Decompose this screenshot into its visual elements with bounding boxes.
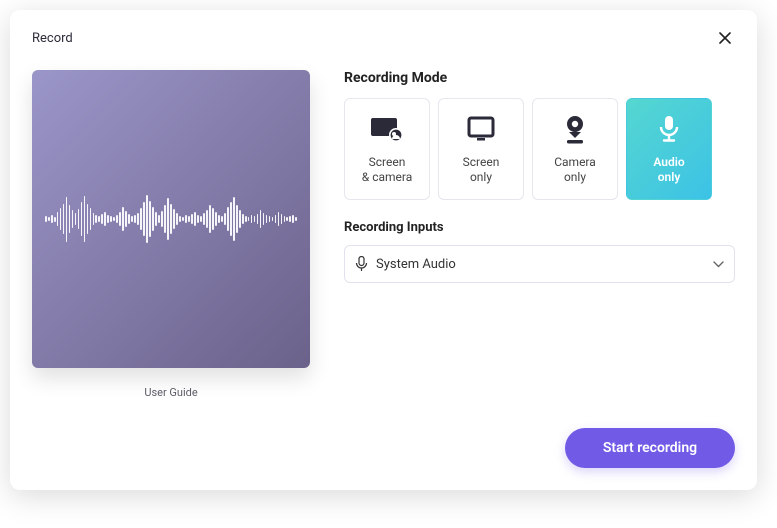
recording-inputs-heading: Recording Inputs (344, 220, 735, 235)
close-button[interactable] (715, 28, 735, 48)
mode-label: Audio only (653, 155, 684, 185)
recording-input-field: System Audio (344, 245, 735, 283)
mode-screen-only[interactable]: Screen only (438, 98, 524, 200)
mode-audio-only[interactable]: Audio only (626, 98, 712, 200)
start-recording-button[interactable]: Start recording (565, 428, 735, 468)
mode-label: Screen & camera (362, 155, 413, 185)
microphone-icon (355, 256, 368, 272)
microphone-icon (658, 113, 680, 145)
camera-icon (563, 113, 587, 145)
screen-icon (467, 113, 495, 145)
recording-mode-heading: Recording Mode (344, 70, 735, 86)
recording-input-select[interactable]: System Audio (344, 245, 735, 283)
dialog-body: User Guide Recording Mode Screen & camer… (32, 70, 735, 472)
close-icon (719, 32, 731, 44)
mode-screen-camera[interactable]: Screen & camera (344, 98, 430, 200)
recording-mode-options: Screen & camera Screen only Camera only Aud… (344, 98, 735, 200)
mode-label: Screen only (463, 155, 500, 185)
audio-preview (32, 70, 310, 368)
mode-camera-only[interactable]: Camera only (532, 98, 618, 200)
screen-camera-icon (370, 113, 404, 145)
waveform-icon (45, 184, 297, 254)
record-dialog: Record User Guide Recording Mode Screen … (10, 10, 757, 490)
title-bar: Record (32, 28, 735, 48)
recording-input-value: System Audio (376, 257, 456, 272)
dialog-title: Record (32, 31, 73, 46)
mode-label: Camera only (554, 155, 596, 185)
preview-column: User Guide (32, 70, 310, 472)
settings-column: Recording Mode Screen & camera Screen onl… (344, 70, 735, 472)
chevron-down-icon (713, 261, 724, 268)
user-guide-link[interactable]: User Guide (144, 386, 197, 399)
